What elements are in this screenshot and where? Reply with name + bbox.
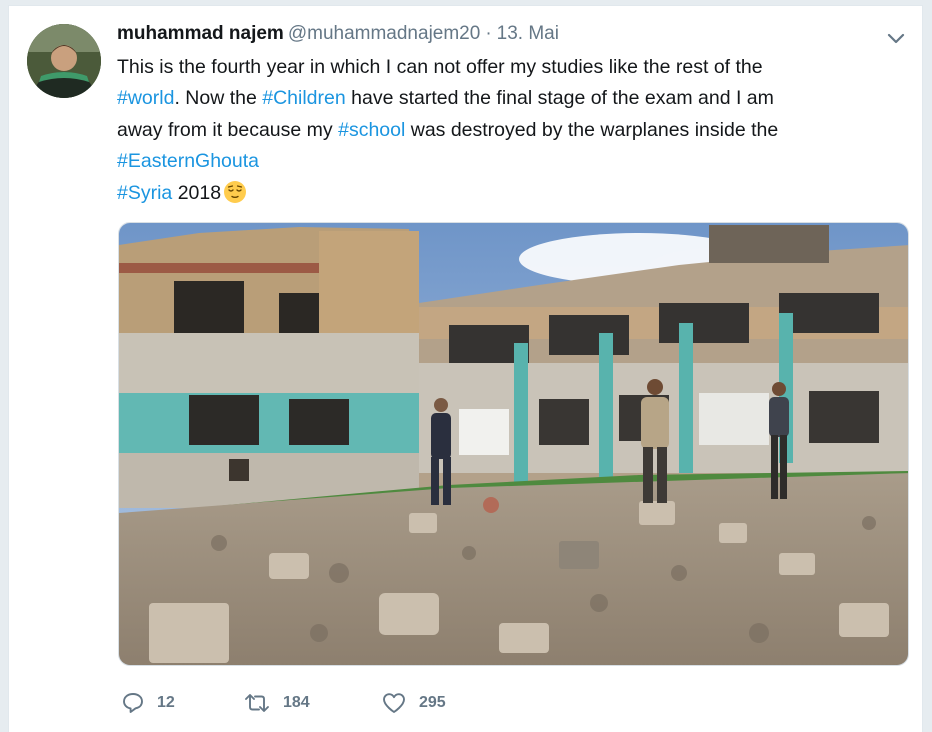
chevron-down-icon[interactable] [884, 26, 908, 50]
avatar-image [27, 24, 101, 98]
heart-icon [383, 693, 405, 713]
photo-destroyed-school-courtyard [119, 223, 908, 665]
relieved-face-emoji-icon [223, 180, 247, 204]
tweet-text-line: #world. Now the #Children have started t… [117, 83, 897, 114]
hashtag-syria[interactable]: #Syria [117, 182, 172, 204]
author-handle[interactable]: @muhammadnajem20 [288, 23, 481, 44]
tweet-actions: 12 184 295 [121, 690, 501, 716]
tweet-text-line: away from it because my #school was dest… [117, 115, 897, 146]
tweet-text-segment: . Now the [174, 87, 263, 110]
tweet-header: muhammad najem @muhammadnajem20 · 13. Mai [117, 22, 559, 46]
hashtag-world[interactable]: #world [117, 87, 174, 109]
header-separator: · [485, 23, 492, 44]
retweet-icon [245, 694, 269, 712]
tweet-text-segment: This is the fourth year in which I can n… [117, 56, 763, 78]
retweet-button[interactable]: 184 [243, 691, 381, 715]
tweet-text-line: #Syria 2018 [117, 178, 897, 209]
tweet-text-segment: have started the final stage of the exam… [345, 87, 774, 110]
hashtag-easternghouta[interactable]: #EasternGhouta [117, 150, 259, 172]
author-name[interactable]: muhammad najem [117, 23, 284, 44]
tweet-text-segment: away from it because my [117, 118, 339, 141]
hashtag-school[interactable]: #school [338, 119, 405, 141]
hashtag-children[interactable]: #Children [262, 87, 345, 109]
like-button[interactable]: 295 [381, 691, 501, 715]
reply-icon [123, 693, 143, 713]
tweet-text-segment: was destroyed by the warplanes inside th… [405, 118, 779, 141]
reply-count: 12 [157, 694, 175, 711]
tweet-card[interactable]: muhammad najem @muhammadnajem20 · 13. Mai T… [8, 5, 923, 732]
tweet-photo[interactable] [118, 222, 909, 666]
reply-button[interactable]: 12 [121, 691, 243, 715]
tweet-text-line: This is the fourth year in which I can n… [117, 52, 897, 83]
author-avatar[interactable] [27, 24, 101, 98]
tweet-text-line: #EasternGhouta [117, 146, 897, 177]
tweet-text-segment: 2018 [172, 181, 222, 204]
like-count: 295 [419, 694, 446, 711]
retweet-count: 184 [283, 694, 310, 711]
tweet-text: This is the fourth year in which I can n… [117, 52, 897, 209]
tweet-date[interactable]: 13. Mai [497, 23, 559, 44]
